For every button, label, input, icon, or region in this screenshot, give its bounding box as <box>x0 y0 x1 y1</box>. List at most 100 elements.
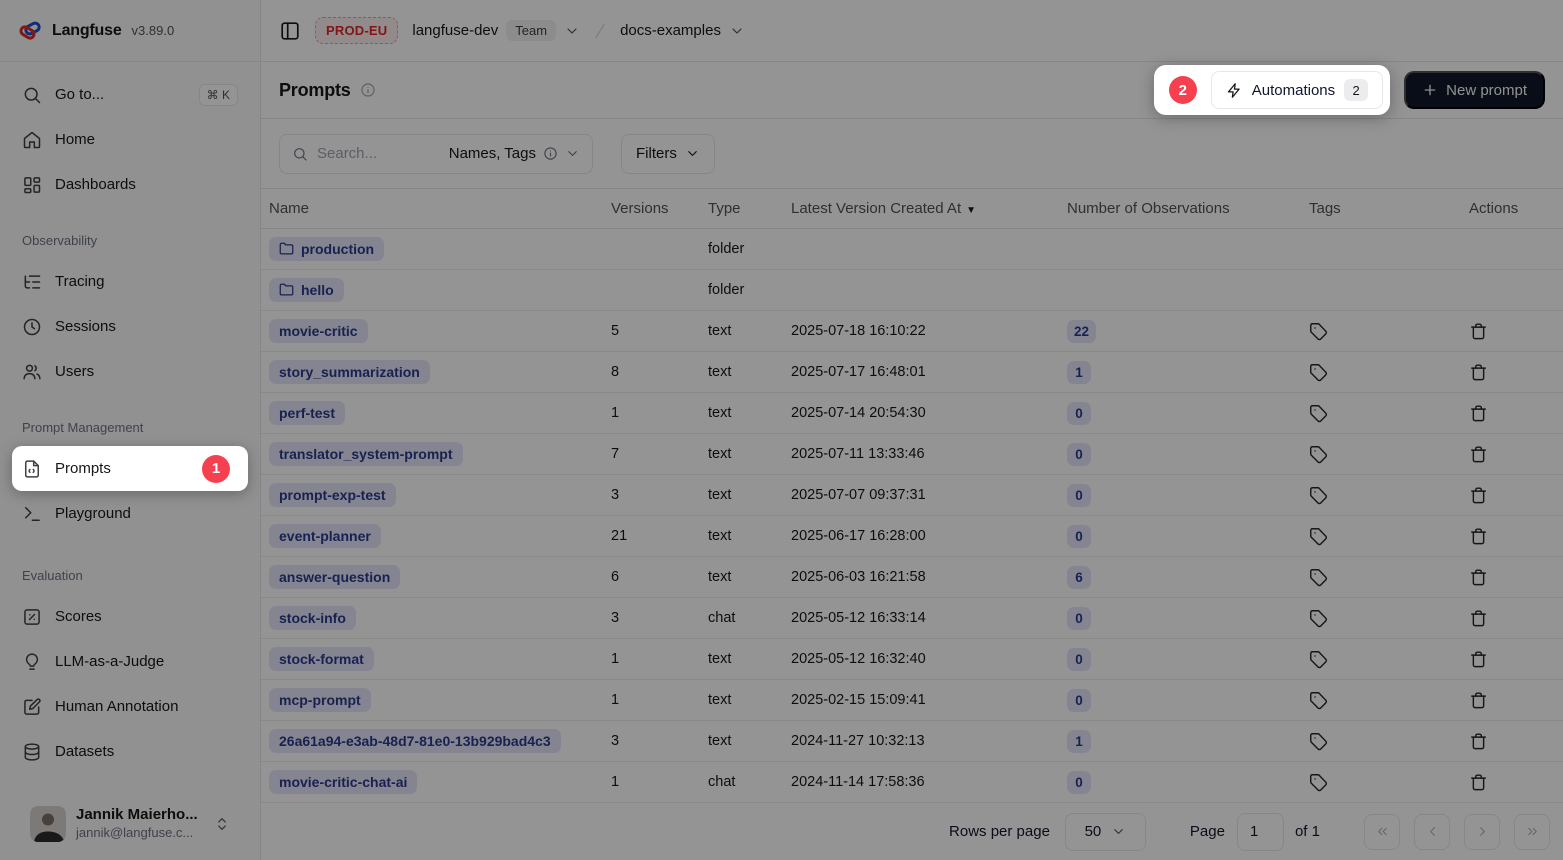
column-header-observations[interactable]: Number of Observations <box>1059 200 1301 217</box>
prompt-name-badge[interactable]: mcp-prompt <box>269 688 371 712</box>
new-prompt-button[interactable]: New prompt <box>1404 71 1545 109</box>
trash-icon[interactable] <box>1469 568 1488 587</box>
tag-icon[interactable] <box>1309 609 1328 628</box>
table-row[interactable]: hello folder <box>261 270 1563 311</box>
column-header-type[interactable]: Type <box>700 200 783 217</box>
column-header-versions[interactable]: Versions <box>603 200 700 217</box>
tag-icon[interactable] <box>1309 322 1328 341</box>
sidebar-item-human-annotation[interactable]: Human Annotation <box>12 684 248 729</box>
table-row[interactable]: answer-question 6 text 2025-06-03 16:21:… <box>261 557 1563 598</box>
column-header-tags[interactable]: Tags <box>1301 200 1461 217</box>
project-name[interactable]: docs-examples <box>620 22 721 39</box>
tag-icon[interactable] <box>1309 445 1328 464</box>
org-name[interactable]: langfuse-dev <box>412 22 498 39</box>
prompt-name-badge[interactable]: story_summarization <box>269 360 430 384</box>
trash-icon[interactable] <box>1469 404 1488 423</box>
prompt-name-badge[interactable]: stock-info <box>269 606 356 630</box>
prompt-name-badge[interactable]: movie-critic-chat-ai <box>269 770 417 794</box>
user-menu[interactable]: Jannik Maierho... jannik@langfuse.c... <box>24 800 236 848</box>
search-scope-dropdown[interactable]: Names, Tags <box>449 145 580 162</box>
tag-icon[interactable] <box>1309 568 1328 587</box>
table-row[interactable]: story_summarization 8 text 2025-07-17 16… <box>261 352 1563 393</box>
observations-count-badge[interactable]: 0 <box>1067 771 1091 794</box>
column-header-created[interactable]: Latest Version Created At▼ <box>783 200 1059 217</box>
sidebar-item-llm-judge[interactable]: LLM-as-a-Judge <box>12 639 248 684</box>
prompt-name-badge[interactable]: 26a61a94-e3ab-48d7-81e0-13b929bad4c3 <box>269 729 561 753</box>
table-row[interactable]: 26a61a94-e3ab-48d7-81e0-13b929bad4c3 3 t… <box>261 721 1563 762</box>
tag-icon[interactable] <box>1309 650 1328 669</box>
table-row[interactable]: mcp-prompt 1 text 2025-02-15 15:09:41 0 <box>261 680 1563 721</box>
sidebar-item-dashboards[interactable]: Dashboards <box>12 162 248 207</box>
trash-icon[interactable] <box>1469 527 1488 546</box>
trash-icon[interactable] <box>1469 732 1488 751</box>
sidebar-item-datasets[interactable]: Datasets <box>12 729 248 774</box>
prompt-name-badge[interactable]: prompt-exp-test <box>269 483 396 507</box>
prompt-name-badge[interactable]: answer-question <box>269 565 400 589</box>
observations-count-badge[interactable]: 0 <box>1067 443 1091 466</box>
sidebar-item-playground[interactable]: Playground <box>12 491 248 536</box>
table-row[interactable]: perf-test 1 text 2025-07-14 20:54:30 0 <box>261 393 1563 434</box>
table-row[interactable]: prompt-exp-test 3 text 2025-07-07 09:37:… <box>261 475 1563 516</box>
observations-count-badge[interactable]: 1 <box>1067 361 1091 384</box>
table-row[interactable]: event-planner 21 text 2025-06-17 16:28:0… <box>261 516 1563 557</box>
sidebar-item-home[interactable]: Home <box>12 117 248 162</box>
tag-icon[interactable] <box>1309 732 1328 751</box>
chevron-down-icon[interactable] <box>564 23 580 39</box>
observations-count-badge[interactable]: 0 <box>1067 607 1091 630</box>
column-header-name[interactable]: Name <box>261 200 603 217</box>
observations-count-badge[interactable]: 22 <box>1067 320 1096 343</box>
automations-button[interactable]: Automations 2 <box>1211 71 1383 109</box>
prompt-name-badge[interactable]: production <box>269 237 384 261</box>
tag-icon[interactable] <box>1309 527 1328 546</box>
sidebar-item-goto[interactable]: Go to... ⌘ K <box>12 72 248 117</box>
observations-count-badge[interactable]: 0 <box>1067 402 1091 425</box>
observations-count-badge[interactable]: 1 <box>1067 730 1091 753</box>
first-page-button[interactable] <box>1364 814 1400 850</box>
table-row[interactable]: translator_system-prompt 7 text 2025-07-… <box>261 434 1563 475</box>
table-row[interactable]: movie-critic-chat-ai 1 chat 2024-11-14 1… <box>261 762 1563 803</box>
trash-icon[interactable] <box>1469 773 1488 792</box>
search-input[interactable] <box>317 145 409 162</box>
trash-icon[interactable] <box>1469 486 1488 505</box>
tag-icon[interactable] <box>1309 486 1328 505</box>
prompt-name-badge[interactable]: event-planner <box>269 524 381 548</box>
trash-icon[interactable] <box>1469 691 1488 710</box>
page-number-input[interactable] <box>1237 813 1284 851</box>
observations-count-badge[interactable]: 0 <box>1067 525 1091 548</box>
tag-icon[interactable] <box>1309 773 1328 792</box>
info-icon[interactable] <box>360 82 376 98</box>
table-row[interactable]: production folder <box>261 229 1563 270</box>
prompt-name-badge[interactable]: stock-format <box>269 647 374 671</box>
sidebar-item-sessions[interactable]: Sessions <box>12 304 248 349</box>
trash-icon[interactable] <box>1469 322 1488 341</box>
chevron-down-icon[interactable] <box>729 23 745 39</box>
prompt-name-badge[interactable]: hello <box>269 278 344 302</box>
tag-icon[interactable] <box>1309 363 1328 382</box>
trash-icon[interactable] <box>1469 609 1488 628</box>
sidebar-item-prompts[interactable]: Prompts 1 <box>12 446 248 491</box>
panel-left-toggle-icon[interactable] <box>279 20 301 42</box>
prompt-name-badge[interactable]: translator_system-prompt <box>269 442 463 466</box>
last-page-button[interactable] <box>1514 814 1550 850</box>
trash-icon[interactable] <box>1469 363 1488 382</box>
next-page-button[interactable] <box>1464 814 1500 850</box>
trash-icon[interactable] <box>1469 445 1488 464</box>
rows-per-page-select[interactable]: 50 <box>1065 813 1146 851</box>
prompt-name-badge[interactable]: movie-critic <box>269 319 368 343</box>
sidebar-item-tracing[interactable]: Tracing <box>12 259 248 304</box>
sidebar-item-scores[interactable]: Scores <box>12 594 248 639</box>
trash-icon[interactable] <box>1469 650 1488 669</box>
table-row[interactable]: stock-format 1 text 2025-05-12 16:32:40 … <box>261 639 1563 680</box>
observations-count-badge[interactable]: 0 <box>1067 648 1091 671</box>
previous-page-button[interactable] <box>1414 814 1450 850</box>
table-row[interactable]: stock-info 3 chat 2025-05-12 16:33:14 0 <box>261 598 1563 639</box>
filters-button[interactable]: Filters <box>621 134 715 174</box>
observations-count-badge[interactable]: 6 <box>1067 566 1091 589</box>
sidebar-item-users[interactable]: Users <box>12 349 248 394</box>
prompt-name-badge[interactable]: perf-test <box>269 401 345 425</box>
table-row[interactable]: movie-critic 5 text 2025-07-18 16:10:22 … <box>261 311 1563 352</box>
tag-icon[interactable] <box>1309 404 1328 423</box>
environment-badge[interactable]: PROD-EU <box>315 17 398 44</box>
observations-count-badge[interactable]: 0 <box>1067 689 1091 712</box>
observations-count-badge[interactable]: 0 <box>1067 484 1091 507</box>
